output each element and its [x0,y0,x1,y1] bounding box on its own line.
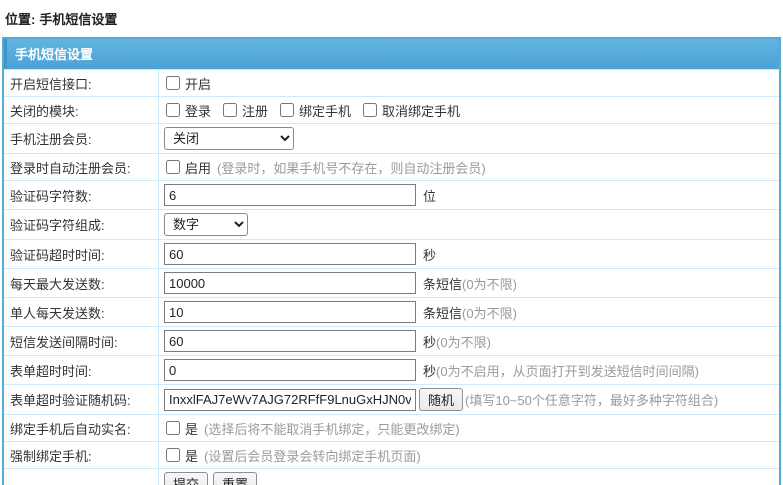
row-field: 提交 重置 [159,469,779,485]
field-unit: 位 [423,186,436,205]
code-length-input[interactable] [164,184,416,206]
row-field: 秒 [159,240,779,268]
field-hint: (0为不启用，从页面打开到发送短信时间间隔) [436,361,699,380]
field-unit: 秒 [423,361,436,380]
row-field: 数字 [159,210,779,239]
module-bind-phone-checkbox[interactable] [280,103,294,117]
row-field: 秒(0为不启用，从页面打开到发送短信时间间隔) [159,356,779,384]
code-timeout-input[interactable] [164,243,416,265]
enable-sms-checkbox[interactable] [166,76,180,90]
force-bind-checkbox[interactable] [166,448,180,462]
field-unit: 秒 [423,332,436,351]
field-hint: (登录时，如果手机号不存在，则自动注册会员) [217,158,486,177]
field-hint: (0为不限) [462,274,517,293]
row-phone-register-member: 手机注册会员: 关闭 [4,123,779,153]
field-unit: 秒 [423,245,436,264]
row-field: 关闭 [159,124,779,153]
row-label: 表单超时时间: [4,356,159,384]
row-field: 登录 注册 绑定手机 取消绑定手机 [159,98,779,123]
row-code-timeout: 验证码超时时间: 秒 [4,239,779,268]
field-hint: (选择后将不能取消手机绑定，只能更改绑定) [204,419,460,438]
field-unit: 条短信 [423,274,462,293]
row-label: 每天最大发送数: [4,269,159,297]
row-field: 位 [159,181,779,209]
send-interval-input[interactable] [164,330,416,352]
field-hint: (0为不限) [462,303,517,322]
row-label: 绑定手机后自动实名: [4,415,159,441]
row-label: 登录时自动注册会员: [4,154,159,180]
auto-realname-checkbox[interactable] [166,421,180,435]
auto-register-checkbox[interactable] [166,160,180,174]
panel-title: 手机短信设置 [4,39,779,69]
row-label: 开启短信接口: [4,70,159,96]
breadcrumb-value: 手机短信设置 [39,12,117,27]
sms-settings-panel: 手机短信设置 开启短信接口: 开启 关闭的模块: 登录 注册 绑定手机 取消绑定… [2,37,781,485]
row-label [4,469,159,485]
row-field: 开启 [159,71,779,96]
checkbox-label: 注册 [242,101,268,120]
row-label: 短信发送间隔时间: [4,327,159,355]
field-hint: (0为不限) [436,332,491,351]
row-label: 单人每天发送数: [4,298,159,326]
row-field: 是 (选择后将不能取消手机绑定，只能更改绑定) [159,416,779,441]
row-field: 秒(0为不限) [159,327,779,355]
field-hint: (填写10~50个任意字符，最好多种字符组合) [465,390,718,409]
checkbox-label: 启用 [185,158,211,177]
row-field: 是 (设置后会员登录会转向绑定手机页面) [159,443,779,468]
reset-button[interactable]: 重置 [213,472,257,485]
form-random-code-input[interactable] [164,389,416,411]
code-charset-select[interactable]: 数字 [164,213,248,236]
module-unbind-phone-checkbox[interactable] [363,103,377,117]
checkbox-label: 绑定手机 [299,101,351,120]
row-label: 验证码超时时间: [4,240,159,268]
per-user-daily-send-input[interactable] [164,301,416,323]
row-field: 启用 (登录时，如果手机号不存在，则自动注册会员) [159,155,779,180]
row-per-user-daily-send: 单人每天发送数: 条短信(0为不限) [4,297,779,326]
row-field: 条短信(0为不限) [159,269,779,297]
checkbox-label: 取消绑定手机 [382,101,460,120]
row-code-length: 验证码字符数: 位 [4,180,779,209]
row-label: 关闭的模块: [4,97,159,123]
breadcrumb-label: 位置: [5,12,35,27]
row-actions: 提交 重置 [4,468,779,485]
row-send-interval: 短信发送间隔时间: 秒(0为不限) [4,326,779,355]
daily-max-send-input[interactable] [164,272,416,294]
row-form-timeout: 表单超时时间: 秒(0为不启用，从页面打开到发送短信时间间隔) [4,355,779,384]
breadcrumb: 位置: 手机短信设置 [0,0,783,37]
row-label: 手机注册会员: [4,124,159,153]
module-register-checkbox[interactable] [223,103,237,117]
row-label: 强制绑定手机: [4,442,159,468]
row-enable-sms: 开启短信接口: 开启 [4,69,779,96]
form-timeout-input[interactable] [164,359,416,381]
random-button[interactable]: 随机 [419,388,463,411]
row-field: 随机 (填写10~50个任意字符，最好多种字符组合) [159,385,779,414]
row-code-charset: 验证码字符组成: 数字 [4,209,779,239]
checkbox-label: 是 [185,446,198,465]
checkbox-label: 登录 [185,101,211,120]
phone-register-select[interactable]: 关闭 [164,127,294,150]
field-hint: (设置后会员登录会转向绑定手机页面) [204,446,421,465]
field-unit: 条短信 [423,303,462,322]
row-disabled-modules: 关闭的模块: 登录 注册 绑定手机 取消绑定手机 [4,96,779,123]
submit-button[interactable]: 提交 [164,472,208,485]
module-login-checkbox[interactable] [166,103,180,117]
row-label: 验证码字符组成: [4,210,159,239]
row-label: 验证码字符数: [4,181,159,209]
row-form-random-code: 表单超时验证随机码: 随机 (填写10~50个任意字符，最好多种字符组合) [4,384,779,414]
row-field: 条短信(0为不限) [159,298,779,326]
row-auto-realname-after-bind: 绑定手机后自动实名: 是 (选择后将不能取消手机绑定，只能更改绑定) [4,414,779,441]
row-auto-register-on-login: 登录时自动注册会员: 启用 (登录时，如果手机号不存在，则自动注册会员) [4,153,779,180]
checkbox-label: 开启 [185,74,211,93]
row-label: 表单超时验证随机码: [4,385,159,414]
row-force-bind-phone: 强制绑定手机: 是 (设置后会员登录会转向绑定手机页面) [4,441,779,468]
row-daily-max-send: 每天最大发送数: 条短信(0为不限) [4,268,779,297]
checkbox-label: 是 [185,419,198,438]
